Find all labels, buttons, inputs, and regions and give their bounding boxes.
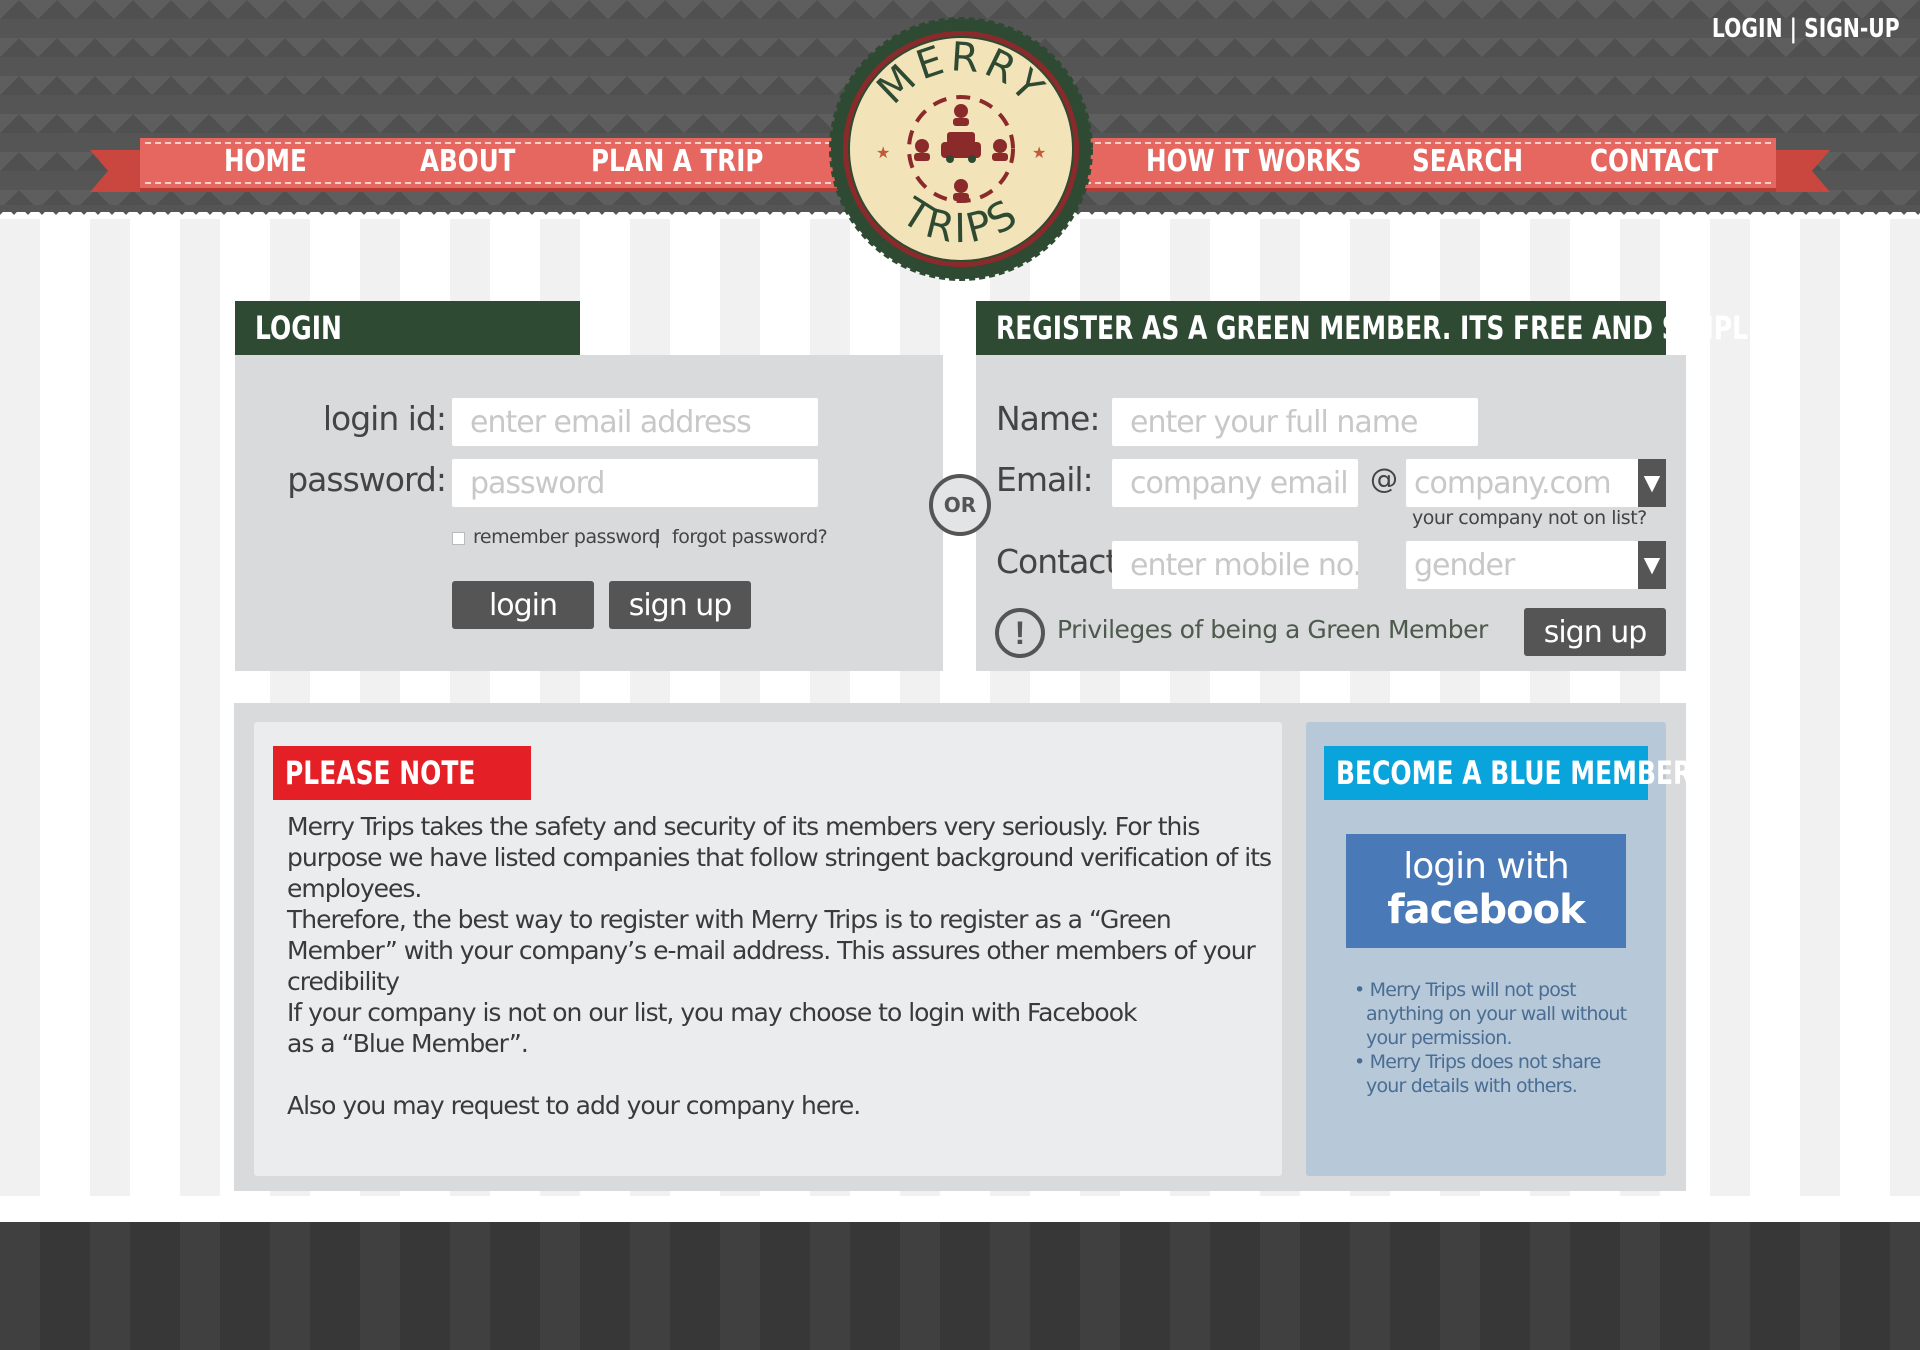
remember-password-label[interactable]: remember password [473,526,661,548]
facebook-logo-text: facebook [1387,887,1585,933]
note-paragraph: Merry Trips takes the safety and securit… [287,812,1272,903]
login-id-input[interactable] [452,398,818,446]
content-bottom-gap [0,1196,1920,1222]
top-links-separator: | [1782,14,1805,44]
name-label: Name: [996,399,1100,438]
login-button[interactable]: login [452,581,594,629]
nav-home[interactable]: HOME [224,142,307,182]
remember-password-checkbox[interactable] [452,532,465,545]
note-paragraph: If your company is not on our list, you … [287,998,1138,1058]
logo-star-right-icon: ★ [1032,145,1046,162]
facebook-login-button[interactable]: login with facebook [1346,834,1626,948]
mobile-number-input[interactable] [1112,541,1358,589]
facebook-login-label: login with [1403,846,1570,887]
company-not-listed-link[interactable]: your company not on list? [1412,507,1647,529]
contact-label: Contact: [996,542,1129,581]
email-at-sign: @ [1370,462,1398,495]
privileges-link[interactable]: Privileges of being a Green Member [1057,615,1488,644]
list-item: • Merry Trips does not share your detail… [1354,1051,1601,1097]
facebook-notes-list: • Merry Trips will not post anything on … [1352,978,1632,1098]
gender-select[interactable] [1406,541,1640,589]
top-links: LOGIN | SIGN-UP [1712,14,1900,44]
login-panel-title: LOGIN [235,301,580,355]
email-label: Email: [996,460,1094,499]
nav-how-it-works[interactable]: HOW IT WORKS [1146,142,1361,182]
list-item: • Merry Trips will not post anything on … [1354,979,1627,1049]
top-signup-link[interactable]: SIGN-UP [1804,14,1900,44]
password-input[interactable] [452,459,818,507]
top-login-link[interactable]: LOGIN [1712,14,1783,44]
exclamation-circle-icon: ! [995,608,1045,658]
note-paragraph: Also you may request to add your company… [287,1091,861,1120]
company-email-input[interactable] [1112,459,1358,507]
site-footer [0,1222,1920,1350]
forgot-password-link[interactable]: forgot password? [672,526,828,548]
chevron-down-icon[interactable]: ▼ [1638,459,1666,507]
blue-member-title: BECOME A BLUE MEMBER [1324,746,1692,800]
password-label: password: [287,460,447,499]
nav-about[interactable]: ABOUT [420,142,515,182]
please-note-title: PLEASE NOTE [273,746,531,800]
merry-trips-logo[interactable]: MERRY TRIPS ★ ★ [828,16,1094,282]
login-signup-button[interactable]: sign up [609,581,751,629]
company-domain-select[interactable] [1406,459,1640,507]
login-id-label: login id: [322,399,447,438]
note-paragraph: Therefore, the best way to register with… [287,905,1256,996]
nav-search[interactable]: SEARCH [1412,142,1523,182]
logo-star-left-icon: ★ [876,145,890,162]
register-signup-button[interactable]: sign up [1524,608,1666,656]
chevron-down-icon[interactable]: ▼ [1638,541,1666,589]
register-panel-title: REGISTER AS A GREEN MEMBER. ITS FREE AND… [976,301,1776,355]
login-links-separator: | [654,526,660,548]
nav-contact[interactable]: CONTACT [1590,142,1718,182]
nav-plan-a-trip[interactable]: PLAN A TRIP [591,142,763,182]
or-divider: OR [929,474,991,536]
full-name-input[interactable] [1112,398,1478,446]
